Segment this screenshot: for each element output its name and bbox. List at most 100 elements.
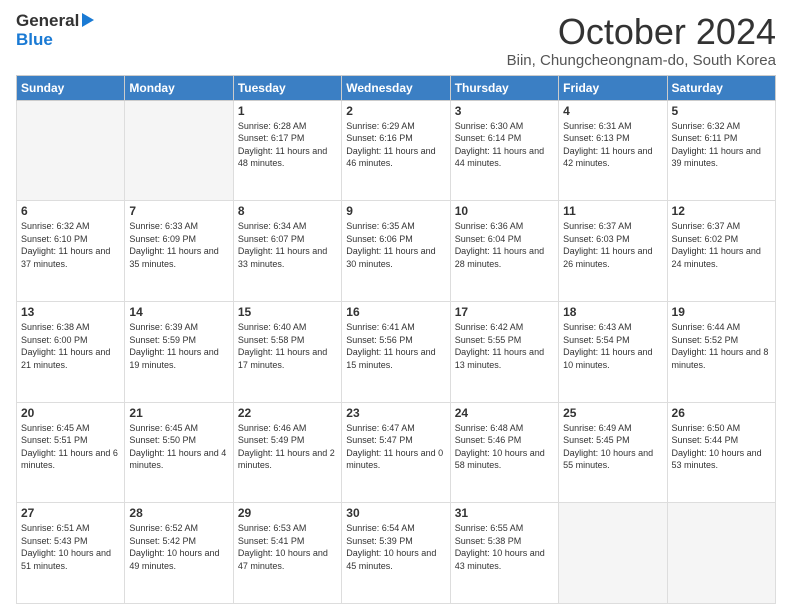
day-info: Sunrise: 6:32 AMSunset: 6:11 PMDaylight:…: [672, 120, 771, 170]
day-info: Sunrise: 6:52 AMSunset: 5:42 PMDaylight:…: [129, 522, 228, 572]
day-info: Sunrise: 6:40 AMSunset: 5:58 PMDaylight:…: [238, 321, 337, 371]
day-number: 23: [346, 406, 445, 420]
calendar-table: Sunday Monday Tuesday Wednesday Thursday…: [16, 75, 776, 604]
day-number: 18: [563, 305, 662, 319]
day-number: 11: [563, 204, 662, 218]
day-number: 16: [346, 305, 445, 319]
day-info: Sunrise: 6:48 AMSunset: 5:46 PMDaylight:…: [455, 422, 554, 472]
day-number: 28: [129, 506, 228, 520]
day-info: Sunrise: 6:46 AMSunset: 5:49 PMDaylight:…: [238, 422, 337, 472]
col-saturday: Saturday: [667, 75, 775, 100]
day-info: Sunrise: 6:44 AMSunset: 5:52 PMDaylight:…: [672, 321, 771, 371]
table-row: 3 Sunrise: 6:30 AMSunset: 6:14 PMDaylight…: [450, 100, 558, 201]
calendar-week-row: 27Sunrise: 6:51 AMSunset: 5:43 PMDayligh…: [17, 503, 776, 604]
location: Biin, Chungcheongnam-do, South Korea: [507, 52, 776, 69]
day-number: 12: [672, 204, 771, 218]
logo: General Blue: [16, 12, 106, 56]
day-number: 22: [238, 406, 337, 420]
day-number: 31: [455, 506, 554, 520]
table-row: 27Sunrise: 6:51 AMSunset: 5:43 PMDayligh…: [17, 503, 125, 604]
day-number: 29: [238, 506, 337, 520]
day-number: 24: [455, 406, 554, 420]
table-row: 14Sunrise: 6:39 AMSunset: 5:59 PMDayligh…: [125, 301, 233, 402]
logo-arrow-icon: [82, 13, 94, 27]
day-info: Sunrise: 6:45 AMSunset: 5:50 PMDaylight:…: [129, 422, 228, 472]
col-friday: Friday: [559, 75, 667, 100]
table-row: 13 Sunrise: 6:38 AMSunset: 6:00 PMDayligh…: [17, 301, 125, 402]
table-row: 10Sunrise: 6:36 AMSunset: 6:04 PMDayligh…: [450, 201, 558, 302]
day-info: Sunrise: 6:38 AMSunset: 6:00 PMDaylight:…: [21, 321, 120, 371]
table-row: 8 Sunrise: 6:34 AMSunset: 6:07 PMDaylight…: [233, 201, 341, 302]
page: General Blue October 2024 Biin, Chungche…: [0, 0, 792, 612]
day-info: Sunrise: 6:49 AMSunset: 5:45 PMDaylight:…: [563, 422, 662, 472]
day-info: Sunrise: 6:47 AMSunset: 5:47 PMDaylight:…: [346, 422, 445, 472]
table-row: [17, 100, 125, 201]
day-number: 21: [129, 406, 228, 420]
table-row: 31 Sunrise: 6:55 AMSunset: 5:38 PMDayligh…: [450, 503, 558, 604]
table-row: 21 Sunrise: 6:45 AMSunset: 5:50 PMDayligh…: [125, 402, 233, 503]
table-row: 16 Sunrise: 6:41 AMSunset: 5:56 PMDayligh…: [342, 301, 450, 402]
table-row: 20 Sunrise: 6:45 AMSunset: 5:51 PMDayligh…: [17, 402, 125, 503]
day-number: 2: [346, 104, 445, 118]
col-wednesday: Wednesday: [342, 75, 450, 100]
day-info: Sunrise: 6:41 AMSunset: 5:56 PMDaylight:…: [346, 321, 445, 371]
month-title: October 2024: [507, 12, 776, 52]
table-row: 5Sunrise: 6:32 AMSunset: 6:11 PMDaylight…: [667, 100, 775, 201]
day-info: Sunrise: 6:31 AMSunset: 6:13 PMDaylight:…: [563, 120, 662, 170]
calendar-week-row: 20 Sunrise: 6:45 AMSunset: 5:51 PMDayligh…: [17, 402, 776, 503]
day-number: 3: [455, 104, 554, 118]
day-number: 4: [563, 104, 662, 118]
table-row: [667, 503, 775, 604]
day-number: 26: [672, 406, 771, 420]
day-number: 13: [21, 305, 120, 319]
table-row: [559, 503, 667, 604]
table-row: 17Sunrise: 6:42 AMSunset: 5:55 PMDayligh…: [450, 301, 558, 402]
header: General Blue October 2024 Biin, Chungche…: [16, 12, 776, 69]
col-tuesday: Tuesday: [233, 75, 341, 100]
day-number: 1: [238, 104, 337, 118]
logo-general: General: [16, 11, 79, 30]
day-info: Sunrise: 6:50 AMSunset: 5:44 PMDaylight:…: [672, 422, 771, 472]
day-info: Sunrise: 6:37 AMSunset: 6:02 PMDaylight:…: [672, 220, 771, 270]
table-row: 9Sunrise: 6:35 AMSunset: 6:06 PMDaylight…: [342, 201, 450, 302]
day-info: Sunrise: 6:32 AMSunset: 6:10 PMDaylight:…: [21, 220, 120, 270]
day-number: 17: [455, 305, 554, 319]
table-row: 26 Sunrise: 6:50 AMSunset: 5:44 PMDayligh…: [667, 402, 775, 503]
table-row: 15 Sunrise: 6:40 AMSunset: 5:58 PMDayligh…: [233, 301, 341, 402]
table-row: 22 Sunrise: 6:46 AMSunset: 5:49 PMDayligh…: [233, 402, 341, 503]
table-row: 11Sunrise: 6:37 AMSunset: 6:03 PMDayligh…: [559, 201, 667, 302]
day-info: Sunrise: 6:28 AMSunset: 6:17 PMDaylight:…: [238, 120, 337, 170]
col-thursday: Thursday: [450, 75, 558, 100]
day-info: Sunrise: 6:34 AMSunset: 6:07 PMDaylight:…: [238, 220, 337, 270]
day-number: 30: [346, 506, 445, 520]
table-row: 4 Sunrise: 6:31 AMSunset: 6:13 PMDaylight…: [559, 100, 667, 201]
day-number: 7: [129, 204, 228, 218]
table-row: 18 Sunrise: 6:43 AMSunset: 5:54 PMDayligh…: [559, 301, 667, 402]
table-row: 1 Sunrise: 6:28 AMSunset: 6:17 PMDaylight…: [233, 100, 341, 201]
day-number: 6: [21, 204, 120, 218]
day-info: Sunrise: 6:39 AMSunset: 5:59 PMDaylight:…: [129, 321, 228, 371]
table-row: 23 Sunrise: 6:47 AMSunset: 5:47 PMDayligh…: [342, 402, 450, 503]
calendar-week-row: 13 Sunrise: 6:38 AMSunset: 6:00 PMDayligh…: [17, 301, 776, 402]
table-row: 29Sunrise: 6:53 AMSunset: 5:41 PMDayligh…: [233, 503, 341, 604]
table-row: 19Sunrise: 6:44 AMSunset: 5:52 PMDayligh…: [667, 301, 775, 402]
day-number: 20: [21, 406, 120, 420]
calendar-week-row: 1 Sunrise: 6:28 AMSunset: 6:17 PMDaylight…: [17, 100, 776, 201]
day-info: Sunrise: 6:45 AMSunset: 5:51 PMDaylight:…: [21, 422, 120, 472]
table-row: 24 Sunrise: 6:48 AMSunset: 5:46 PMDayligh…: [450, 402, 558, 503]
table-row: 30Sunrise: 6:54 AMSunset: 5:39 PMDayligh…: [342, 503, 450, 604]
day-info: Sunrise: 6:55 AMSunset: 5:38 PMDaylight:…: [455, 522, 554, 572]
day-info: Sunrise: 6:35 AMSunset: 6:06 PMDaylight:…: [346, 220, 445, 270]
day-info: Sunrise: 6:29 AMSunset: 6:16 PMDaylight:…: [346, 120, 445, 170]
day-info: Sunrise: 6:30 AMSunset: 6:14 PMDaylight:…: [455, 120, 554, 170]
title-section: October 2024 Biin, Chungcheongnam-do, So…: [507, 12, 776, 69]
day-number: 15: [238, 305, 337, 319]
table-row: 7 Sunrise: 6:33 AMSunset: 6:09 PMDaylight…: [125, 201, 233, 302]
day-info: Sunrise: 6:33 AMSunset: 6:09 PMDaylight:…: [129, 220, 228, 270]
table-row: 28 Sunrise: 6:52 AMSunset: 5:42 PMDayligh…: [125, 503, 233, 604]
table-row: 12 Sunrise: 6:37 AMSunset: 6:02 PMDayligh…: [667, 201, 775, 302]
table-row: 6 Sunrise: 6:32 AMSunset: 6:10 PMDaylight…: [17, 201, 125, 302]
table-row: 2 Sunrise: 6:29 AMSunset: 6:16 PMDaylight…: [342, 100, 450, 201]
day-number: 8: [238, 204, 337, 218]
day-info: Sunrise: 6:43 AMSunset: 5:54 PMDaylight:…: [563, 321, 662, 371]
